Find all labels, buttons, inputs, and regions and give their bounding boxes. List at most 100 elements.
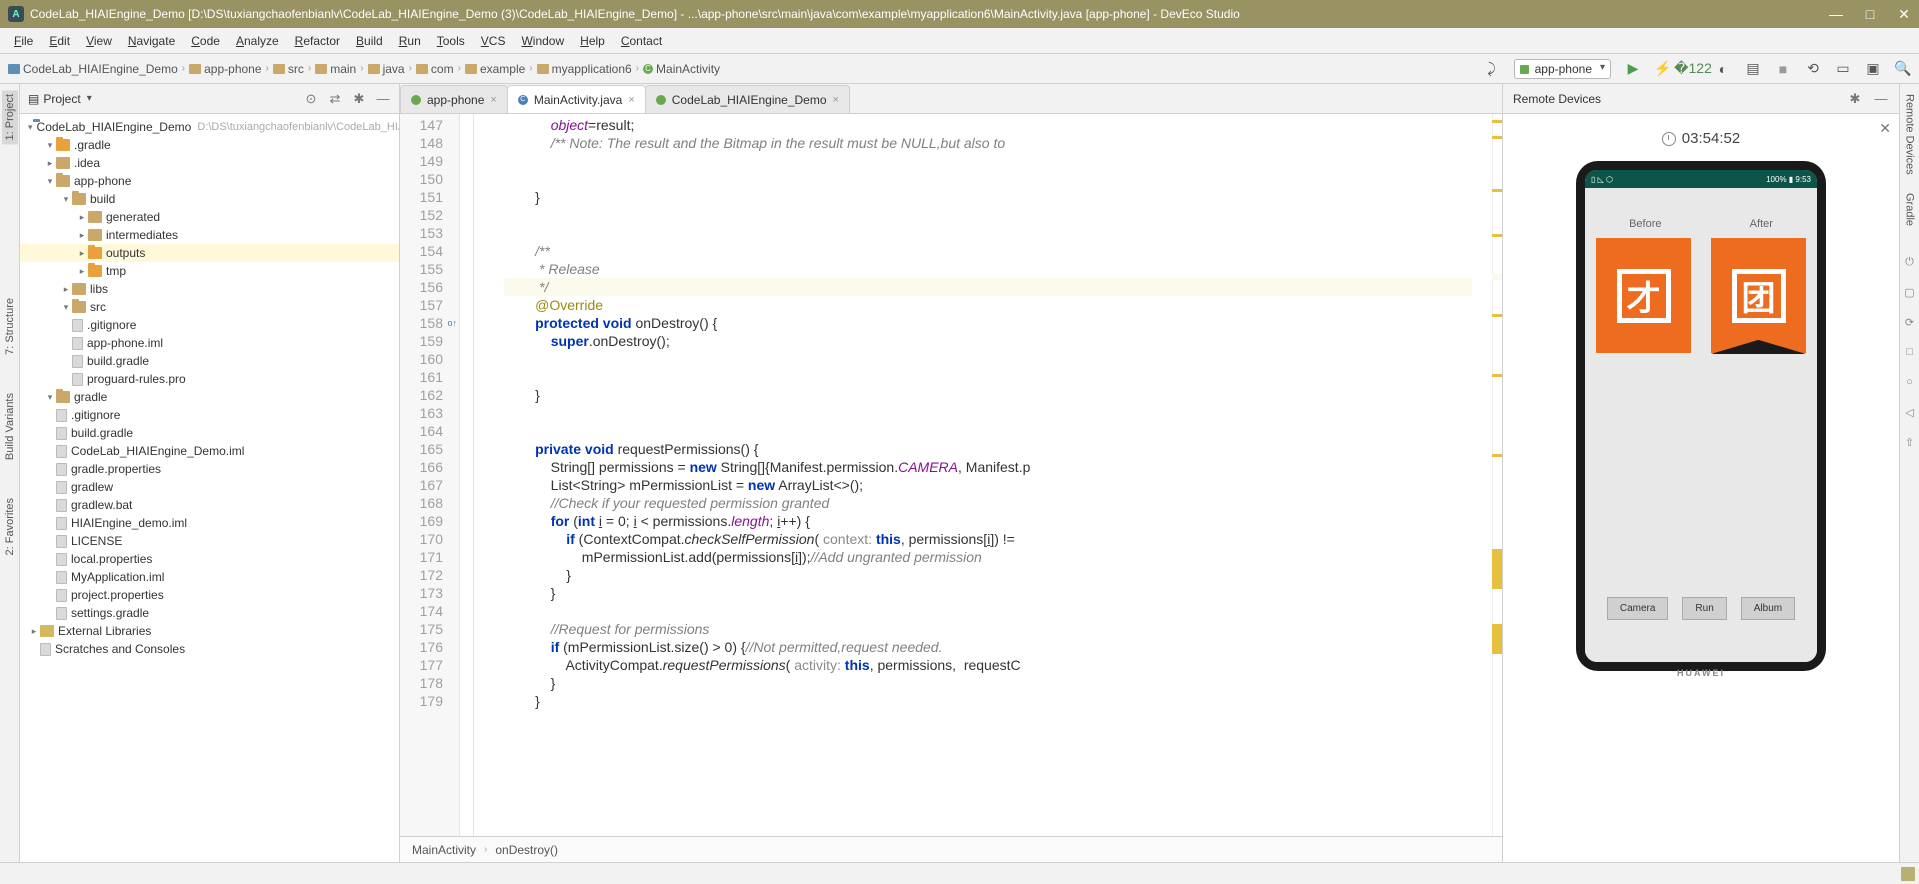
buildvariants-tool-tab[interactable]: Build Variants [2, 389, 18, 464]
tree-row[interactable]: ▸.idea [20, 154, 399, 172]
menu-contact[interactable]: Contact [613, 34, 670, 48]
breadcrumb-item[interactable]: CodeLab_HIAIEngine_Demo [8, 62, 178, 76]
editor-tab[interactable]: app-phone× [400, 85, 508, 113]
project-tree[interactable]: ▾CodeLab_HIAIEngine_DemoD:\DS\tuxiangcha… [20, 114, 399, 862]
menu-help[interactable]: Help [572, 34, 613, 48]
editor-breadcrumbs[interactable]: MainActivity › onDestroy() [400, 836, 1502, 862]
breadcrumb-item[interactable]: CMainActivity [643, 62, 720, 76]
rotate-icon[interactable]: ⟳ [1903, 316, 1917, 330]
tree-row[interactable]: ▸intermediates [20, 226, 399, 244]
hide-panel-icon[interactable]: — [375, 91, 391, 107]
code-area[interactable]: 147148149150151152153154155156157o↑15815… [400, 114, 1502, 836]
menu-file[interactable]: File [6, 34, 41, 48]
tree-row[interactable]: LICENSE [20, 532, 399, 550]
project-tool-tab[interactable]: 1: Project [2, 90, 18, 144]
minimize-button[interactable]: — [1829, 7, 1843, 21]
tree-row[interactable]: MyApplication.iml [20, 568, 399, 586]
apply-changes-button[interactable]: ⚡ [1655, 61, 1671, 77]
device-camera-button[interactable]: Camera [1607, 597, 1669, 620]
tree-row[interactable]: .gitignore [20, 316, 399, 334]
close-tab-icon[interactable]: × [490, 94, 496, 106]
close-button[interactable]: ✕ [1897, 7, 1911, 21]
menu-vcs[interactable]: VCS [473, 34, 514, 48]
menu-edit[interactable]: Edit [41, 34, 78, 48]
upload-icon[interactable]: ⇧ [1903, 436, 1917, 450]
menu-run[interactable]: Run [391, 34, 429, 48]
tree-row[interactable]: Scratches and Consoles [20, 640, 399, 658]
tree-row[interactable]: ▸generated [20, 208, 399, 226]
tree-row[interactable]: ▸outputs [20, 244, 399, 262]
breadcrumb-item[interactable]: src [273, 62, 304, 76]
breadcrumb-item[interactable]: java [368, 62, 405, 76]
breadcrumb-item[interactable]: example [465, 62, 525, 76]
tree-row[interactable]: proguard-rules.pro [20, 370, 399, 388]
memory-indicator[interactable] [1901, 867, 1915, 881]
tree-row[interactable]: .gitignore [20, 406, 399, 424]
crumb-method[interactable]: onDestroy() [495, 843, 558, 857]
stop-button[interactable]: ■ [1775, 61, 1791, 77]
attach-button[interactable]: ▤ [1745, 61, 1761, 77]
tree-row[interactable]: ▸tmp [20, 262, 399, 280]
breadcrumb-item[interactable]: main [315, 62, 356, 76]
remote-settings-icon[interactable]: ✱ [1847, 91, 1863, 107]
tree-row[interactable]: CodeLab_HIAIEngine_Demo.iml [20, 442, 399, 460]
debug-button[interactable]: �122 [1685, 61, 1701, 77]
menu-navigate[interactable]: Navigate [120, 34, 183, 48]
breadcrumb-item[interactable]: app-phone [189, 62, 261, 76]
home-icon[interactable]: □ [1903, 346, 1917, 360]
tree-row[interactable]: local.properties [20, 550, 399, 568]
device-screen[interactable]: Before After 才 团 CameraRunAlbum [1585, 188, 1817, 662]
tree-row[interactable]: ▾gradle [20, 388, 399, 406]
back-icon[interactable]: ○ [1903, 376, 1917, 390]
remote-close-icon[interactable]: ✕ [1879, 120, 1891, 137]
menu-tools[interactable]: Tools [429, 34, 473, 48]
fold-column[interactable] [460, 114, 474, 836]
tree-row[interactable]: ▾build [20, 190, 399, 208]
tree-row[interactable]: project.properties [20, 586, 399, 604]
tree-row[interactable]: build.gradle [20, 424, 399, 442]
tree-row[interactable]: ▾src [20, 298, 399, 316]
sync-button[interactable]: ⟲ [1805, 61, 1821, 77]
breadcrumb-item[interactable]: myapplication6 [537, 62, 632, 76]
recents-icon[interactable]: ◁ [1903, 406, 1917, 420]
menu-build[interactable]: Build [348, 34, 391, 48]
menu-view[interactable]: View [78, 34, 120, 48]
power-icon[interactable]: ⏻ [1903, 256, 1917, 270]
crumb-class[interactable]: MainActivity [412, 843, 476, 857]
profile-button[interactable]: ◐ [1715, 61, 1731, 77]
editor-tab[interactable]: CodeLab_HIAIEngine_Demo× [645, 85, 850, 113]
avd-button[interactable]: ▭ [1835, 61, 1851, 77]
tree-row[interactable]: gradlew [20, 478, 399, 496]
device-album-button[interactable]: Album [1741, 597, 1795, 620]
menu-refactor[interactable]: Refactor [287, 34, 348, 48]
tree-row[interactable]: ▾CodeLab_HIAIEngine_DemoD:\DS\tuxiangcha… [20, 118, 399, 136]
tree-row[interactable]: settings.gradle [20, 604, 399, 622]
close-tab-icon[interactable]: × [628, 94, 634, 106]
locate-icon[interactable]: ⊙ [303, 91, 319, 107]
volume-icon[interactable]: ▢ [1903, 286, 1917, 300]
menu-code[interactable]: Code [183, 34, 228, 48]
error-stripe[interactable] [1492, 114, 1502, 836]
tree-row[interactable]: HIAIEngine_demo.iml [20, 514, 399, 532]
run-button[interactable]: ▶ [1625, 61, 1641, 77]
tree-row[interactable]: gradlew.bat [20, 496, 399, 514]
tree-row[interactable]: ▸libs [20, 280, 399, 298]
settings-icon[interactable]: ✱ [351, 91, 367, 107]
structure-tool-tab[interactable]: 7: Structure [2, 294, 18, 359]
tree-row[interactable]: ▾app-phone [20, 172, 399, 190]
tree-row[interactable]: app-phone.iml [20, 334, 399, 352]
remote-hide-icon[interactable]: — [1873, 91, 1889, 107]
code-body[interactable]: object=result; /** Note: The result and … [474, 114, 1502, 836]
search-button[interactable]: 🔍 [1895, 61, 1911, 77]
device-run-button[interactable]: Run [1682, 597, 1726, 620]
run-config-selector[interactable]: app-phone [1514, 59, 1611, 79]
menu-analyze[interactable]: Analyze [228, 34, 287, 48]
gradle-tool-tab[interactable]: Gradle [1902, 189, 1918, 230]
editor-tab[interactable]: CMainActivity.java× [507, 85, 646, 113]
close-tab-icon[interactable]: × [833, 94, 839, 106]
expand-icon[interactable]: ⇄ [327, 91, 343, 107]
favorites-tool-tab[interactable]: 2: Favorites [2, 494, 18, 559]
project-view-selector[interactable]: ▤ Project [28, 92, 92, 106]
sdk-button[interactable]: ▣ [1865, 61, 1881, 77]
remote-devices-tool-tab[interactable]: Remote Devices [1902, 90, 1918, 179]
